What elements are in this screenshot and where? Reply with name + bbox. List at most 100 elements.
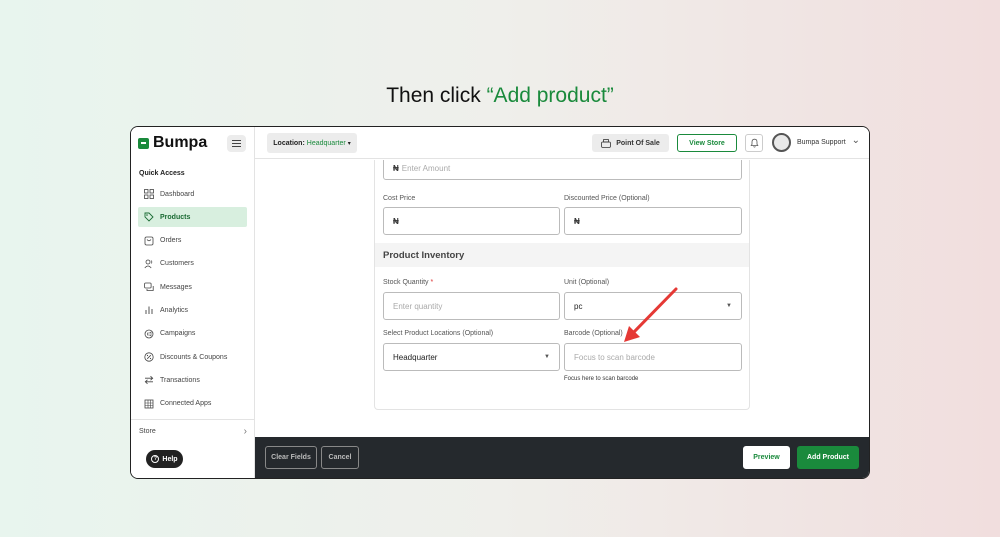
caret-down-icon: ▼ bbox=[726, 303, 732, 309]
sidebar-item-customers[interactable]: Customers bbox=[138, 254, 247, 274]
point-of-sale-button[interactable]: Point Of Sale bbox=[592, 134, 669, 152]
bell-icon bbox=[749, 138, 759, 148]
main-content: ₦ Enter Amount Cost Price Discounted Pri… bbox=[255, 160, 869, 437]
sidebar-item-dashboard[interactable]: Dashboard bbox=[138, 184, 247, 204]
topbar: Location: Headquarter ▾ Point Of Sale Vi… bbox=[255, 127, 869, 159]
menu-toggle-button[interactable] bbox=[227, 135, 246, 152]
cost-price-label: Cost Price bbox=[383, 195, 416, 202]
unit-select[interactable]: pc ▼ bbox=[564, 292, 742, 320]
naira-icon: ₦ bbox=[574, 216, 580, 226]
notifications-button[interactable] bbox=[745, 134, 763, 152]
product-locations-select[interactable]: Headquarter ▼ bbox=[383, 343, 560, 371]
apps-icon bbox=[144, 399, 154, 409]
sidebar-item-label: Orders bbox=[160, 237, 182, 245]
sidebar-item-label: Campaigns bbox=[160, 330, 196, 338]
caret-down-icon: ▾ bbox=[347, 140, 351, 147]
sidebar-item-label: Customers bbox=[160, 260, 194, 268]
hamburger-icon bbox=[232, 140, 241, 141]
stock-quantity-label-text: Stock Quantity bbox=[383, 279, 429, 286]
users-icon bbox=[144, 259, 154, 269]
view-store-button[interactable]: View Store bbox=[677, 134, 737, 152]
point-of-sale-label: Point Of Sale bbox=[616, 139, 660, 147]
selling-price-placeholder: Enter Amount bbox=[401, 163, 451, 173]
sidebar-item-connected-apps[interactable]: Connected Apps bbox=[138, 394, 247, 414]
barcode-input[interactable]: Focus to scan barcode bbox=[564, 343, 742, 371]
help-label: Help bbox=[162, 455, 178, 463]
location-selector[interactable]: Location: Headquarter ▾ bbox=[267, 133, 357, 153]
megaphone-icon bbox=[144, 329, 154, 339]
barcode-placeholder: Focus to scan barcode bbox=[574, 352, 655, 362]
app-window: Bumpa Quick Access Dashboard Products Or… bbox=[130, 126, 870, 479]
help-button[interactable]: ? Help bbox=[146, 450, 183, 468]
cancel-button[interactable]: Cancel bbox=[321, 446, 359, 469]
sidebar-item-transactions[interactable]: Transactions bbox=[138, 370, 247, 390]
sidebar-nav: Dashboard Products Orders Customers Mess… bbox=[138, 184, 247, 417]
sidebar: Bumpa Quick Access Dashboard Products Or… bbox=[131, 127, 255, 478]
quick-access-label: Quick Access bbox=[139, 170, 185, 177]
chat-icon bbox=[144, 282, 154, 292]
sidebar-item-store[interactable]: Store › bbox=[131, 419, 255, 443]
user-menu[interactable]: Bumpa Support ⌄ bbox=[772, 133, 860, 152]
barcode-hint: Focus here to scan barcode bbox=[564, 376, 639, 382]
view-store-label: View Store bbox=[689, 139, 725, 147]
sidebar-item-label: Messages bbox=[160, 283, 192, 291]
required-mark: * bbox=[430, 279, 434, 286]
bar-chart-icon bbox=[144, 305, 154, 315]
sidebar-item-label: Transactions bbox=[160, 376, 200, 384]
transfer-icon bbox=[144, 375, 154, 385]
chevron-right-icon: › bbox=[243, 426, 247, 437]
product-inventory-heading: Product Inventory bbox=[375, 243, 749, 267]
naira-icon: ₦ bbox=[393, 216, 399, 226]
headline-prefix: Then click bbox=[386, 84, 487, 107]
selling-price-input[interactable]: ₦ Enter Amount bbox=[383, 160, 742, 180]
caret-down-icon: ▼ bbox=[544, 354, 550, 360]
sidebar-item-products[interactable]: Products bbox=[138, 207, 247, 228]
grid-icon bbox=[144, 189, 154, 199]
logo-icon bbox=[138, 137, 149, 149]
sidebar-item-analytics[interactable]: Analytics bbox=[138, 300, 247, 320]
product-form-card: ₦ Enter Amount Cost Price Discounted Pri… bbox=[374, 160, 750, 410]
orders-icon bbox=[144, 236, 154, 246]
chevron-down-icon: ⌄ bbox=[851, 134, 861, 146]
product-locations-value: Headquarter bbox=[393, 352, 438, 362]
logo[interactable]: Bumpa bbox=[138, 134, 207, 152]
location-label: Location: bbox=[273, 139, 305, 147]
barcode-label: Barcode (Optional) bbox=[564, 330, 623, 337]
sidebar-item-label: Dashboard bbox=[160, 190, 195, 198]
instruction-headline: Then click “Add product” bbox=[0, 84, 1000, 108]
sidebar-item-label: Discounts & Coupons bbox=[160, 353, 228, 361]
sidebar-item-label: Analytics bbox=[160, 306, 189, 314]
avatar bbox=[772, 133, 791, 152]
naira-icon: ₦ bbox=[393, 163, 399, 173]
unit-value: pc bbox=[574, 301, 583, 311]
discount-icon bbox=[144, 352, 154, 362]
store-label: Store bbox=[139, 428, 156, 435]
hamburger-line bbox=[232, 143, 241, 144]
hamburger-line bbox=[232, 146, 241, 147]
headline-accent: “Add product” bbox=[486, 84, 614, 107]
stock-quantity-label: Stock Quantity * bbox=[383, 279, 433, 286]
sidebar-item-label: Connected Apps bbox=[160, 400, 212, 408]
register-icon bbox=[601, 138, 612, 148]
sidebar-item-messages[interactable]: Messages bbox=[138, 277, 247, 297]
form-footer: Clear Fields Cancel Preview Add Product bbox=[255, 437, 869, 478]
add-product-button[interactable]: Add Product bbox=[797, 446, 859, 469]
unit-label: Unit (Optional) bbox=[564, 279, 610, 286]
clear-fields-button[interactable]: Clear Fields bbox=[265, 446, 317, 469]
product-locations-label: Select Product Locations (Optional) bbox=[383, 330, 494, 337]
stock-quantity-placeholder: Enter quantity bbox=[393, 301, 443, 311]
preview-button[interactable]: Preview bbox=[743, 446, 790, 469]
logo-text: Bumpa bbox=[153, 134, 208, 151]
tag-icon bbox=[144, 212, 154, 222]
help-icon: ? bbox=[151, 455, 160, 463]
discounted-price-input[interactable]: ₦ bbox=[564, 207, 742, 235]
location-value: Headquarter bbox=[306, 139, 346, 147]
user-name: Bumpa Support bbox=[797, 139, 846, 146]
stock-quantity-input[interactable]: Enter quantity bbox=[383, 292, 560, 320]
cost-price-input[interactable]: ₦ bbox=[383, 207, 560, 235]
sidebar-item-label: Products bbox=[160, 213, 191, 221]
discounted-price-label: Discounted Price (Optional) bbox=[564, 195, 650, 202]
sidebar-item-campaigns[interactable]: Campaigns bbox=[138, 324, 247, 344]
sidebar-item-discounts[interactable]: Discounts & Coupons bbox=[138, 347, 247, 367]
sidebar-item-orders[interactable]: Orders bbox=[138, 231, 247, 251]
